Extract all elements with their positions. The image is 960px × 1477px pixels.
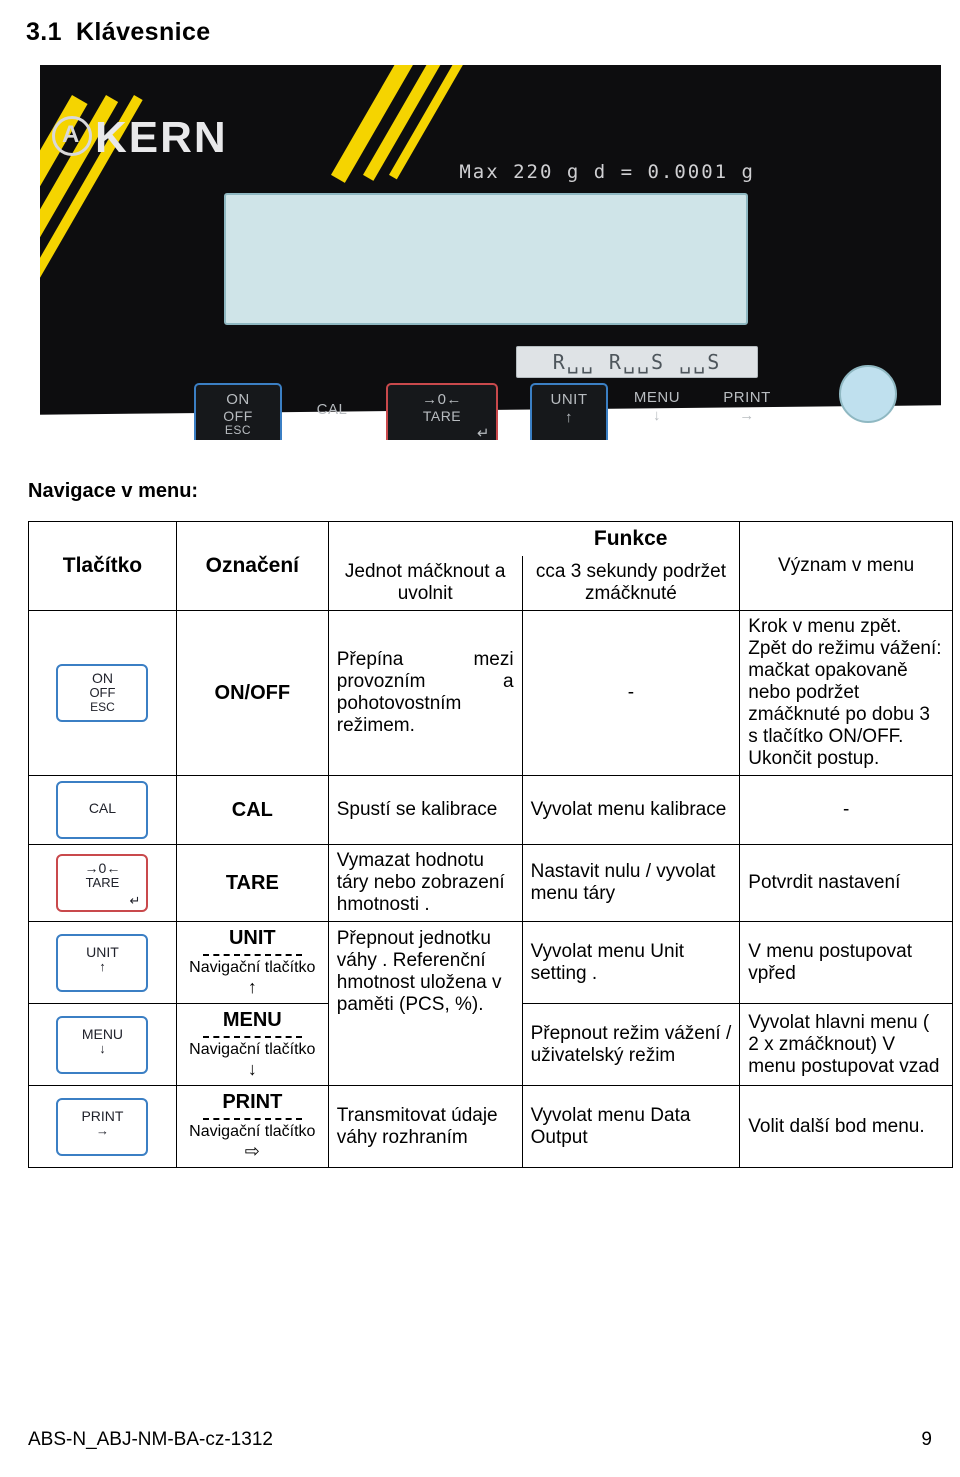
row-press-once: Spustí se kalibrace — [327, 775, 523, 845]
table-row: →0← TARE ↵ TARE Vymazat hodnotu táry neb… — [28, 844, 953, 922]
tare-key-icon: →0← TARE ↵ — [56, 854, 149, 912]
page-heading: 3.1 Klávesnice — [18, 0, 942, 47]
row-denotation: ON/OFF — [175, 610, 329, 776]
nav-section-title: Navigace v menu: — [28, 480, 199, 502]
row-denotation: CAL — [175, 775, 329, 845]
unit-key-icon: UNIT ↑ — [56, 933, 149, 992]
table-row: UNIT ↑ UNIT Navigační tlačítko ↑ Přepnou… — [28, 921, 953, 1086]
heading-text: Klávesnice — [75, 18, 211, 46]
dashed-separator — [202, 954, 302, 956]
row-denotation: MENU Navigační tlačítko ↓ — [175, 1003, 329, 1086]
row-meaning: Volit další bod menu. — [739, 1085, 953, 1168]
row-meaning: - — [739, 775, 953, 845]
lcd-display — [224, 193, 748, 325]
kern-logo-text: KERN — [95, 113, 228, 162]
row-hold: Vyvolat menu Unit setting . — [521, 921, 741, 1004]
cal-key-icon: CAL — [56, 781, 149, 839]
row-key-icon-cell: ON OFF ESC — [28, 610, 177, 776]
row-meaning: Krok v menu zpět. Zpět do režimu vážení:… — [739, 610, 953, 776]
header-press-once: Jednot máčknout a uvolnit — [327, 556, 523, 611]
header-key: Tlačítko — [28, 521, 177, 611]
row-hold: Vyvolat menu Data Output — [521, 1085, 741, 1168]
photo-on-off-esc-key[interactable]: ON OFF ESC — [194, 383, 282, 440]
row-meaning: Potvrdit nastavení — [739, 844, 953, 922]
photo-cal-key[interactable]: CAL — [288, 383, 376, 440]
row-key-icon-cell: PRINT → — [28, 1085, 177, 1168]
row-key-icon-cell: MENU ↓ — [28, 1003, 177, 1086]
table-header-row-1: Tlačítko Označení Funkce Význam v menu — [28, 521, 953, 611]
row-meaning: Vyvolat hlavni menu ( 2 x zmáčknout) V m… — [739, 1003, 953, 1086]
table-row: ON OFF ESC ON/OFF Přepína mezi provozním… — [28, 610, 953, 776]
row-denotation: TARE — [175, 844, 329, 922]
print-key-icon: PRINT → — [56, 1097, 149, 1156]
table-row: PRINT → PRINT Navigační tlačítko ⇨ Trans… — [28, 1085, 953, 1168]
row-hold: - — [521, 610, 741, 776]
page-number: 9 — [921, 1429, 932, 1450]
header-denotation: Označení — [175, 521, 329, 611]
kern-logo: KERN — [52, 113, 228, 163]
row-denotation: PRINT Navigační tlačítko ⇨ — [175, 1085, 329, 1168]
heading-number: 3.1 — [26, 18, 62, 46]
page-footer: ABS-N_ABJ-NM-BA-cz-1312 9 — [28, 1429, 932, 1451]
dashed-separator — [202, 1118, 302, 1120]
row-hold: Přepnout režim vážení / uživatelský reži… — [521, 1003, 741, 1086]
row-press-once: Vymazat hodnotu táry nebo zobrazení hmot… — [327, 844, 523, 922]
row-hold: Nastavit nulu / vyvolat menu táry — [521, 844, 741, 922]
header-hold: cca 3 sekundy podržet zmáčknuté — [521, 556, 741, 611]
segment-indicator-row: R␣␣ R␣␣S ␣␣S — [516, 346, 758, 378]
table-row: CAL CAL Spustí se kalibrace Vyvolat menu… — [28, 775, 953, 845]
row-denotation: UNIT Navigační tlačítko ↑ — [175, 921, 329, 1004]
row-key-icon-cell: UNIT ↑ — [28, 921, 177, 1004]
row-press-once: Přepína mezi provozním a pohotovostním r… — [327, 610, 523, 776]
capacity-label: Max 220 g d = 0.0001 g — [459, 161, 755, 183]
row-press-once: Transmitovat údaje váhy rozhraním — [327, 1085, 523, 1168]
document-page: 3.1 Klávesnice KERN Max 220 g d = 0.0001 … — [0, 0, 960, 1477]
keys-table: Tlačítko Označení Funkce Význam v menu J… — [28, 521, 953, 1168]
header-funkce: Funkce — [522, 521, 741, 556]
photo-menu-key[interactable]: MENU ↓ — [616, 383, 698, 440]
photo-unit-key[interactable]: UNIT ↑ — [530, 383, 608, 440]
menu-key-icon: MENU ↓ — [56, 1015, 149, 1074]
photo-tare-key[interactable]: →0← TARE ↵ — [386, 383, 498, 440]
photo-print-key[interactable]: PRINT → — [706, 383, 788, 440]
document-id: ABS-N_ABJ-NM-BA-cz-1312 — [28, 1429, 273, 1450]
row-press-once: Přepnout jednotku váhy . Referenční hmot… — [327, 921, 523, 1086]
row-key-icon-cell: CAL — [28, 775, 177, 845]
header-meaning: Význam v menu — [739, 521, 953, 611]
level-indicator — [839, 365, 897, 423]
row-key-icon-cell: →0← TARE ↵ — [28, 844, 177, 922]
row-hold: Vyvolat menu kalibrace — [521, 775, 741, 845]
scale-photo: KERN Max 220 g d = 0.0001 g R␣␣ R␣␣S ␣␣S… — [26, 65, 951, 440]
dashed-separator — [202, 1036, 302, 1038]
on-off-esc-key-icon: ON OFF ESC — [56, 664, 149, 722]
row-meaning: V menu postupovat vpřed — [739, 921, 953, 1004]
